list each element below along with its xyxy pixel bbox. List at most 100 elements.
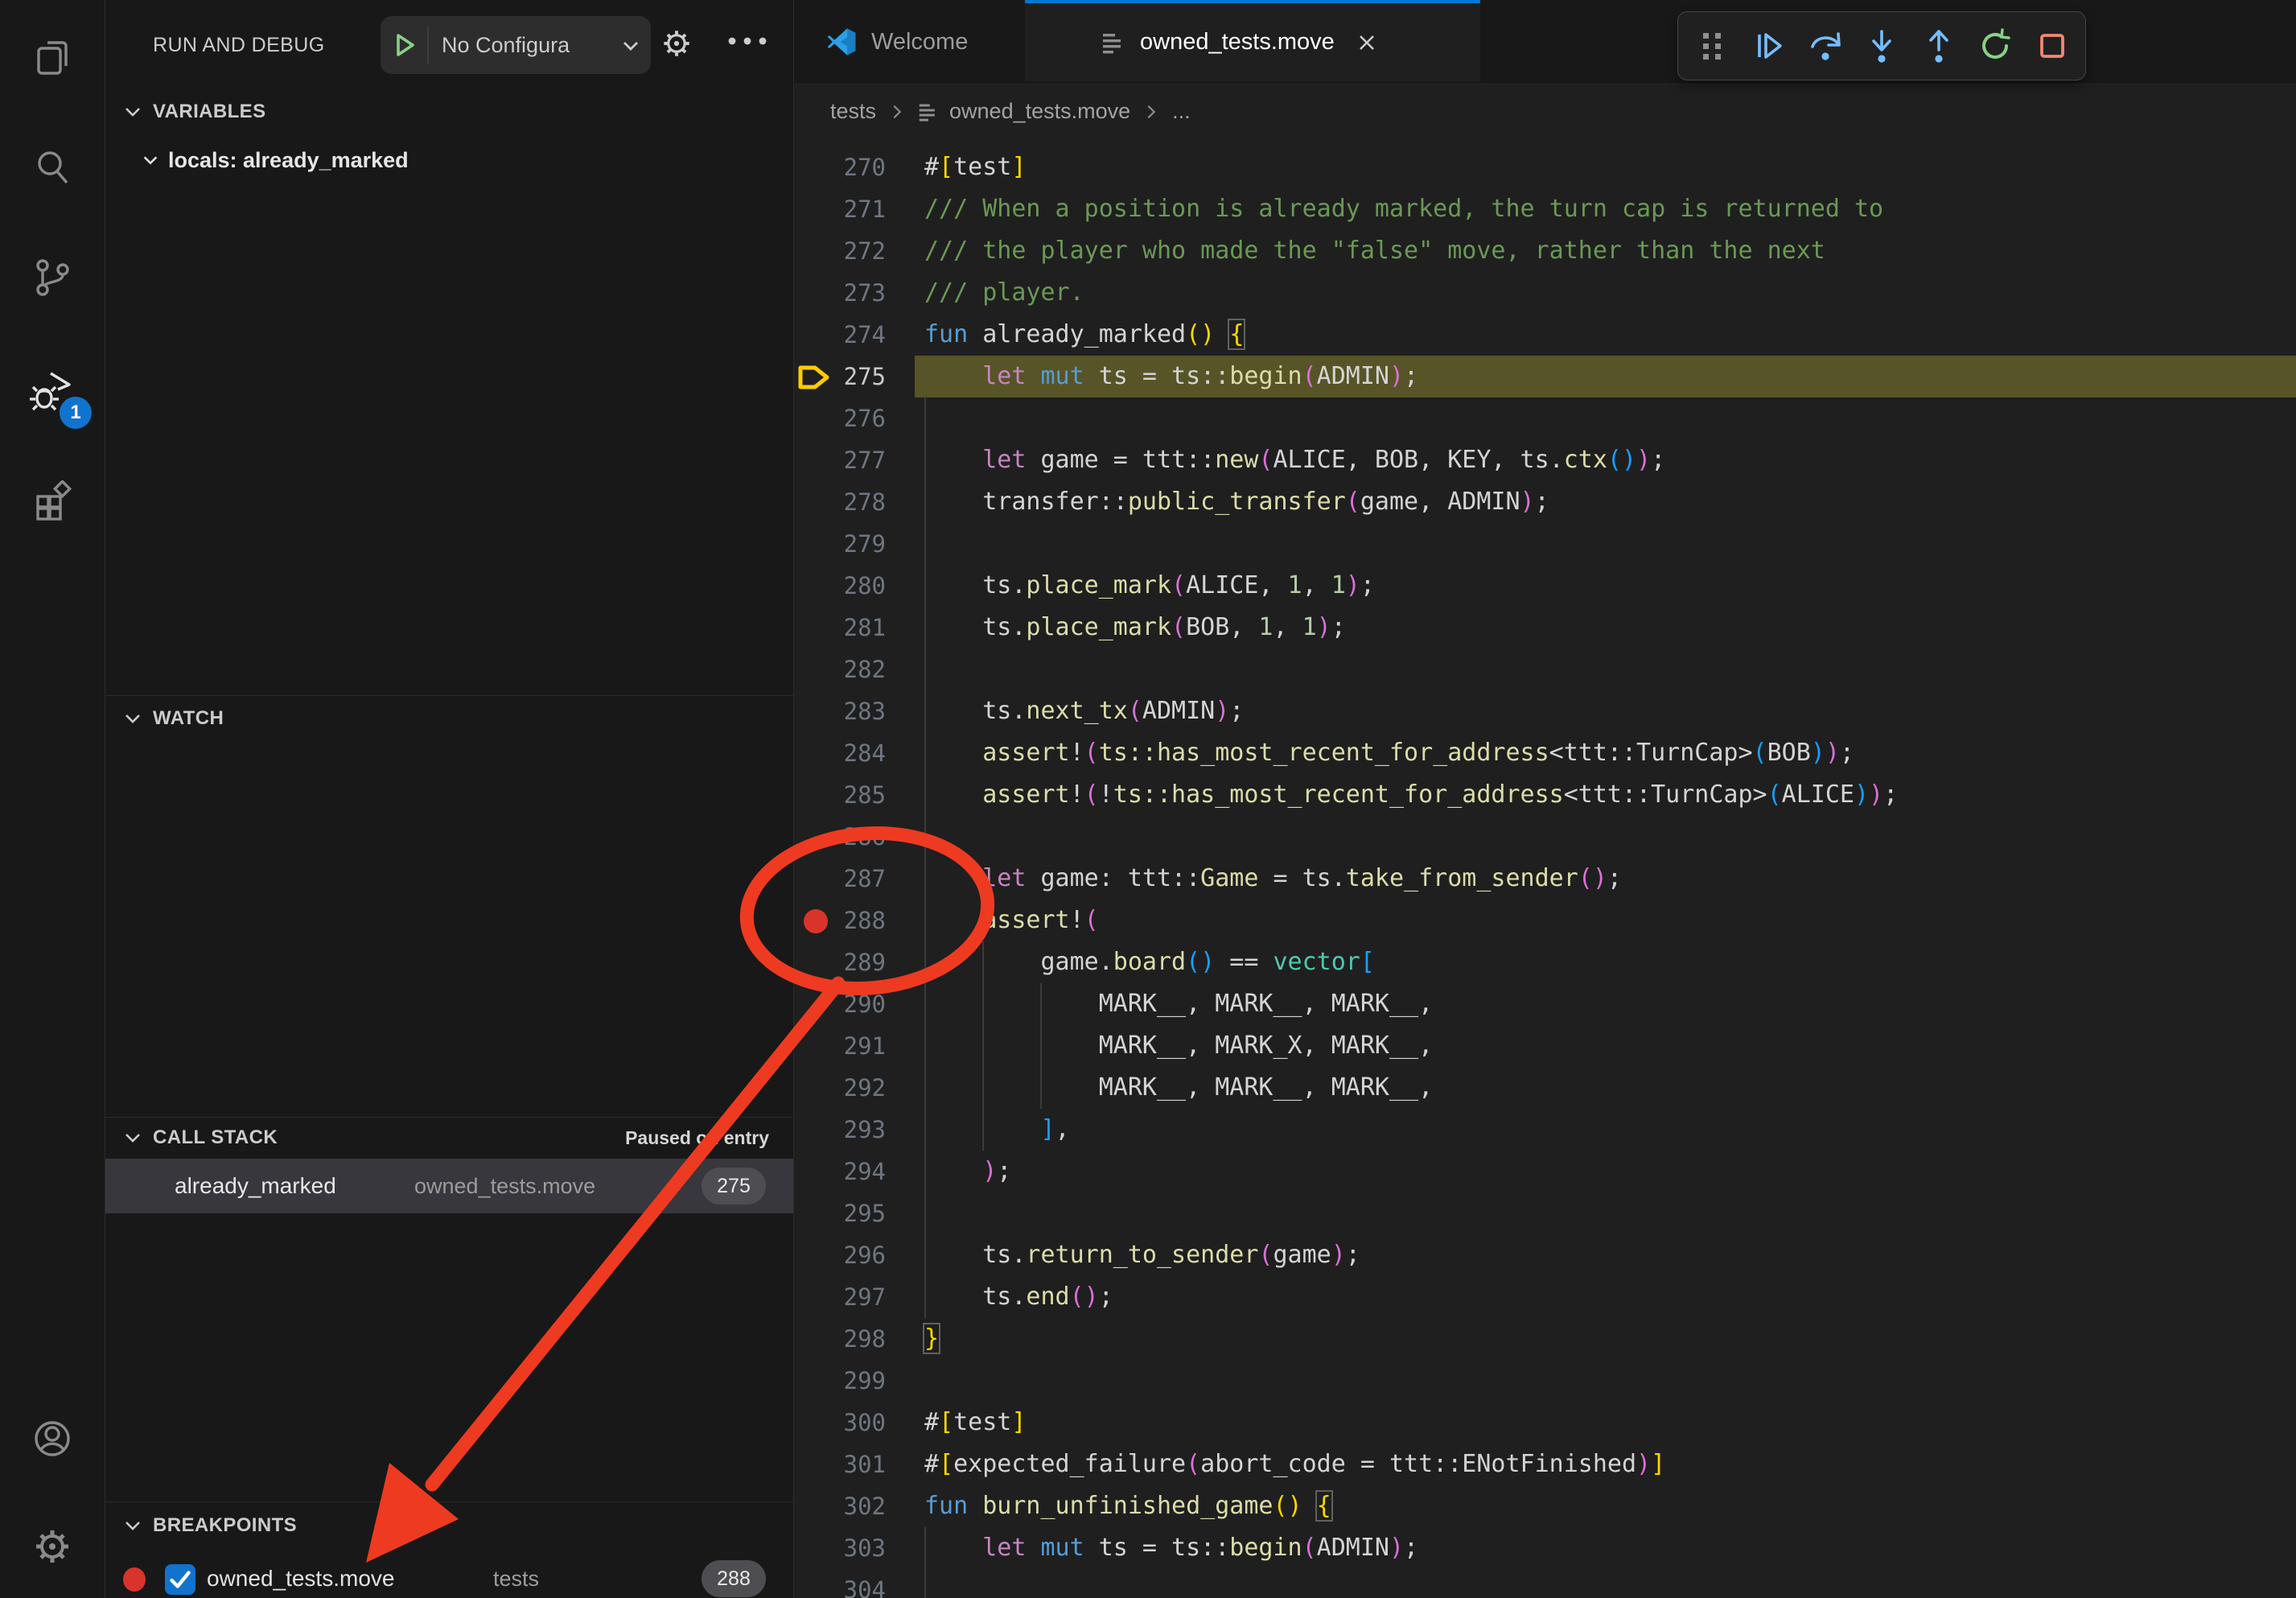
debug-settings-gear-icon[interactable]: [659, 26, 694, 61]
more-actions-icon[interactable]: [726, 35, 768, 47]
launch-config-dropdown[interactable]: No Configura: [381, 16, 651, 74]
gutter-cell[interactable]: 282: [794, 649, 915, 690]
chevron-down-icon: [620, 35, 641, 56]
gutter-cell[interactable]: 277: [794, 439, 915, 481]
gutter-cell[interactable]: 290: [794, 983, 915, 1025]
activity-item-settings[interactable]: [0, 1501, 105, 1592]
gutter-cell[interactable]: 274: [794, 314, 915, 356]
gutter-cell[interactable]: 296: [794, 1234, 915, 1276]
gutter-cell[interactable]: 289: [794, 941, 915, 983]
line-number: 278: [844, 488, 886, 516]
activity-item-run-and-debug[interactable]: 1: [0, 347, 105, 437]
indent-guide: [1040, 983, 1042, 1025]
indent-guide: [924, 1151, 926, 1192]
gutter-cell[interactable]: 279: [794, 523, 915, 565]
breakpoint-line-badge: 288: [702, 1560, 766, 1597]
vscode-window: 1: [0, 0, 2296, 1598]
code-line-content: fun burn_unfinished_game() {: [915, 1485, 2296, 1527]
code-line-content: ts.end();: [915, 1276, 2296, 1318]
code-line: 287let game: ttt::Game = ts.take_from_se…: [794, 858, 2296, 900]
gutter-cell[interactable]: 293: [794, 1109, 915, 1151]
gutter-cell[interactable]: 275: [794, 356, 915, 397]
gutter-cell[interactable]: 294: [794, 1151, 915, 1192]
gutter-cell[interactable]: 276: [794, 397, 915, 439]
launch-config-label: No Configura: [442, 33, 570, 58]
activity-item-accounts[interactable]: [0, 1394, 105, 1484]
call-stack-frame-row[interactable]: already_marked owned_tests.move 275: [105, 1159, 793, 1213]
gutter-cell[interactable]: 273: [794, 272, 915, 314]
activity-bar: 1: [0, 0, 105, 1598]
activity-item-explorer[interactable]: [0, 11, 105, 101]
gutter-cell[interactable]: 272: [794, 230, 915, 272]
move-file-icon: [1101, 31, 1125, 55]
stop-button[interactable]: [2029, 23, 2076, 69]
gutter-cell[interactable]: 287: [794, 858, 915, 900]
activity-item-source-control[interactable]: [0, 233, 105, 323]
gutter-cell[interactable]: 299: [794, 1360, 915, 1402]
chevron-down-icon: [122, 1515, 143, 1536]
gutter-cell[interactable]: 270: [794, 146, 915, 188]
gutter-cell[interactable]: 304: [794, 1569, 915, 1598]
gutter-cell[interactable]: 292: [794, 1067, 915, 1109]
code-line: 279: [794, 523, 2296, 565]
start-debug-play-icon[interactable]: [381, 27, 429, 64]
activity-item-extensions[interactable]: [0, 457, 105, 547]
gutter-cell[interactable]: 297: [794, 1276, 915, 1318]
gutter-cell[interactable]: 280: [794, 565, 915, 607]
gutter-cell[interactable]: 283: [794, 690, 915, 732]
code-line-content: [915, 649, 2296, 690]
gutter-cell[interactable]: 278: [794, 481, 915, 523]
breadcrumb: tests owned_tests.move ...: [794, 84, 2296, 139]
gutter-cell[interactable]: 284: [794, 732, 915, 774]
breadcrumb-item-tests[interactable]: tests: [830, 99, 876, 124]
line-number: 280: [844, 572, 886, 599]
breadcrumb-item-file[interactable]: owned_tests.move: [918, 99, 1130, 124]
code-line: 290MARK__, MARK__, MARK__,: [794, 983, 2296, 1025]
breadcrumb-item-symbol[interactable]: ...: [1172, 99, 1191, 124]
toolbar-drag-handle[interactable]: [1689, 23, 1735, 69]
section-watch[interactable]: WATCH: [105, 697, 793, 740]
close-icon[interactable]: [1356, 31, 1378, 54]
section-divider: [105, 695, 793, 696]
restart-button[interactable]: [1972, 23, 2018, 69]
section-divider: [105, 1117, 793, 1118]
section-breakpoints[interactable]: BREAKPOINTS: [105, 1505, 793, 1547]
gutter-cell[interactable]: 271: [794, 188, 915, 230]
source-control-icon: [31, 256, 74, 299]
gutter-cell[interactable]: 298: [794, 1318, 915, 1360]
gutter-cell[interactable]: 286: [794, 816, 915, 858]
section-label: VARIABLES: [153, 101, 266, 123]
indent-guide: [924, 1527, 926, 1569]
step-over-button[interactable]: [1802, 23, 1849, 69]
step-into-button[interactable]: [1858, 23, 1905, 69]
line-number: 276: [844, 405, 886, 432]
code-line-content: /// When a position is already marked, t…: [915, 188, 2296, 230]
gutter-cell[interactable]: 300: [794, 1402, 915, 1444]
tab-owned-tests-move[interactable]: owned_tests.move: [1025, 0, 1480, 81]
code-line: 294);: [794, 1151, 2296, 1192]
gutter-cell[interactable]: 291: [794, 1025, 915, 1067]
activity-item-search[interactable]: [0, 122, 105, 212]
step-out-button[interactable]: [1915, 23, 1962, 69]
gutter-cell[interactable]: 303: [794, 1527, 915, 1569]
section-variables[interactable]: VARIABLES: [105, 90, 793, 134]
continue-button[interactable]: [1745, 23, 1792, 69]
gutter-cell[interactable]: 288: [794, 900, 915, 941]
breakpoint-dot-icon[interactable]: [804, 909, 828, 933]
line-number: 282: [844, 656, 886, 683]
code-line: 272/// the player who made the "false" m…: [794, 230, 2296, 272]
gutter-cell[interactable]: 295: [794, 1192, 915, 1234]
gutter-cell[interactable]: 285: [794, 774, 915, 816]
gutter-cell[interactable]: 281: [794, 607, 915, 649]
gutter-cell[interactable]: 302: [794, 1485, 915, 1527]
variables-locals-row[interactable]: locals: already_marked: [105, 138, 793, 182]
section-call-stack[interactable]: CALL STACK Paused on entry: [105, 1118, 793, 1157]
breakpoint-checkbox[interactable]: [165, 1564, 195, 1595]
files-icon: [31, 35, 74, 78]
breakpoint-list-item[interactable]: owned_tests.move tests 288: [105, 1553, 793, 1598]
gutter-cell[interactable]: 301: [794, 1444, 915, 1485]
code-editor[interactable]: 270#[test]271/// When a position is alre…: [794, 139, 2296, 1598]
tab-welcome[interactable]: Welcome: [794, 0, 1025, 84]
extensions-icon: [31, 480, 74, 524]
code-line: 277let game = ttt::new(ALICE, BOB, KEY, …: [794, 439, 2296, 481]
